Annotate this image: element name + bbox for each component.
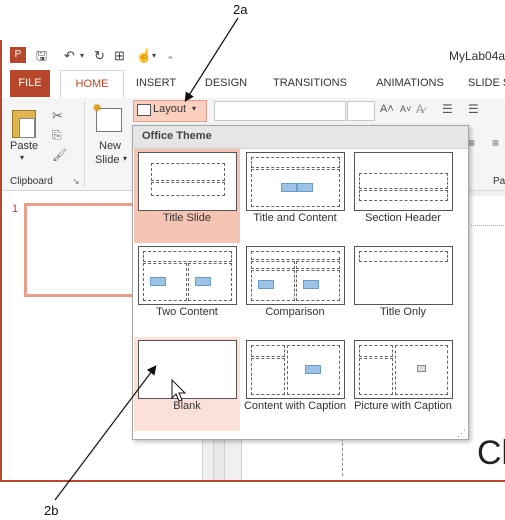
layout-two-content[interactable]: Two Content	[134, 243, 240, 337]
cut-icon[interactable]: ✂	[52, 108, 63, 124]
customize-qat-icon[interactable]: ₌	[168, 48, 173, 64]
layout-blank-thumb	[138, 340, 237, 399]
layout-content-with-caption-thumb	[246, 340, 345, 399]
touch-mode-icon[interactable]: ☝	[136, 48, 152, 64]
new-slide-star-icon: ✹	[92, 101, 103, 115]
layout-title-slide[interactable]: Title Slide	[134, 149, 240, 243]
powerpoint-app-icon[interactable]: P	[10, 47, 26, 63]
touch-dropdown-icon[interactable]: ▾	[152, 48, 156, 64]
layout-title-slide-thumb	[138, 152, 237, 211]
increase-font-icon[interactable]: A˄	[380, 103, 394, 115]
paragraph-group-label: Pa	[493, 176, 505, 187]
ribbon-divider	[84, 102, 85, 186]
bullets-icon[interactable]: ☰	[442, 102, 453, 116]
ribbon-tabs: FILE HOME INSERT DESIGN TRANSITIONS ANIM…	[2, 70, 505, 99]
slide-number: 1	[12, 203, 19, 215]
layout-title-only[interactable]: Title Only	[350, 243, 456, 337]
layout-label[interactable]: Layout	[153, 103, 186, 115]
tab-animations[interactable]: ANIMATIONS	[368, 70, 452, 97]
redo-icon[interactable]: ↻	[94, 48, 105, 64]
paste-dropdown-icon[interactable]: ▾	[20, 153, 24, 162]
layout-picture-with-caption-label: Picture with Caption	[354, 400, 452, 412]
layout-title-and-content-label: Title and Content	[253, 212, 337, 224]
horizontal-ruler	[471, 217, 505, 226]
canvas-title-text[interactable]: Cl	[477, 434, 505, 473]
layout-title-only-thumb	[354, 246, 453, 305]
layout-title-and-content[interactable]: Title and Content	[242, 149, 348, 243]
gallery-header: Office Theme	[133, 126, 468, 149]
layout-two-content-label: Two Content	[156, 306, 218, 318]
numbering-icon[interactable]: ☰	[468, 102, 479, 116]
layout-title-only-label: Title Only	[379, 306, 427, 318]
layout-content-with-caption-label: Content with Caption	[243, 400, 347, 412]
layout-icon	[137, 104, 151, 116]
layout-dropdown-icon[interactable]: ▾	[192, 104, 196, 113]
tab-insert[interactable]: INSERT	[130, 70, 182, 97]
layout-section-header[interactable]: Section Header	[350, 149, 456, 243]
annotation-2a: 2a	[233, 2, 248, 17]
font-name-box[interactable]	[214, 101, 346, 121]
layout-content-with-caption[interactable]: Content with Caption	[242, 337, 348, 431]
layout-title-slide-label: Title Slide	[163, 212, 211, 224]
layout-picture-with-caption-thumb	[354, 340, 453, 399]
clipboard-group-label: Clipboard	[10, 176, 53, 187]
undo-icon[interactable]: ↶	[64, 48, 75, 64]
gallery-resize-grip[interactable]: ⋰	[457, 428, 466, 439]
layout-comparison-label: Comparison	[265, 306, 325, 318]
start-from-beginning-icon[interactable]: ⊞	[114, 48, 125, 64]
layout-gallery: Office Theme Title Slide Title and Conte…	[132, 125, 469, 440]
layout-title-and-content-thumb	[246, 152, 345, 211]
tab-design[interactable]: DESIGN	[200, 70, 252, 97]
copy-icon[interactable]: ⎘	[52, 128, 62, 143]
new-slide-label-2[interactable]: Slide	[95, 154, 119, 166]
save-icon[interactable]: 🖫	[36, 48, 47, 64]
layout-blank-label: Blank	[173, 400, 201, 412]
tab-home[interactable]: HOME	[60, 70, 124, 99]
window-title: MyLab04a.	[449, 49, 505, 63]
layout-section-header-thumb	[354, 152, 453, 211]
layout-two-content-thumb	[138, 246, 237, 305]
layout-section-header-label: Section Header	[365, 212, 441, 224]
new-slide-label[interactable]: New	[99, 140, 121, 152]
layout-blank[interactable]: Blank	[134, 337, 240, 431]
format-painter-icon[interactable]: 🖌	[52, 148, 67, 162]
clear-format-icon[interactable]: A̷	[416, 102, 424, 116]
new-slide-dropdown-icon[interactable]: ▾	[123, 154, 127, 163]
tab-slide-show[interactable]: SLIDE S	[468, 70, 505, 97]
font-size-box[interactable]	[347, 101, 375, 121]
paste-label[interactable]: Paste	[10, 140, 38, 152]
align-right-icon[interactable]: ≡	[492, 136, 499, 150]
decrease-font-icon[interactable]: A˅	[400, 104, 411, 114]
tab-file[interactable]: FILE	[10, 70, 50, 97]
annotation-2b: 2b	[44, 503, 59, 518]
layout-comparison-thumb	[246, 246, 345, 305]
layout-picture-with-caption[interactable]: Picture with Caption	[350, 337, 456, 431]
paste-sheet-icon	[19, 118, 35, 138]
undo-dropdown-icon[interactable]: ▾	[80, 48, 84, 64]
quick-access-toolbar: P 🖫 ↶ ▾ ↻ ⊞ ☝ ▾ ₌ MyLab04a.	[2, 40, 505, 70]
tab-transitions[interactable]: TRANSITIONS	[266, 70, 354, 97]
layout-comparison[interactable]: Comparison	[242, 243, 348, 337]
align-icon[interactable]: ≡	[468, 136, 475, 150]
powerpoint-window: P 🖫 ↶ ▾ ↻ ⊞ ☝ ▾ ₌ MyLab04a. FILE HOME IN…	[0, 40, 505, 482]
gallery-header-title: Office Theme	[142, 130, 212, 142]
clipboard-launcher-icon[interactable]: ↘	[72, 176, 80, 187]
